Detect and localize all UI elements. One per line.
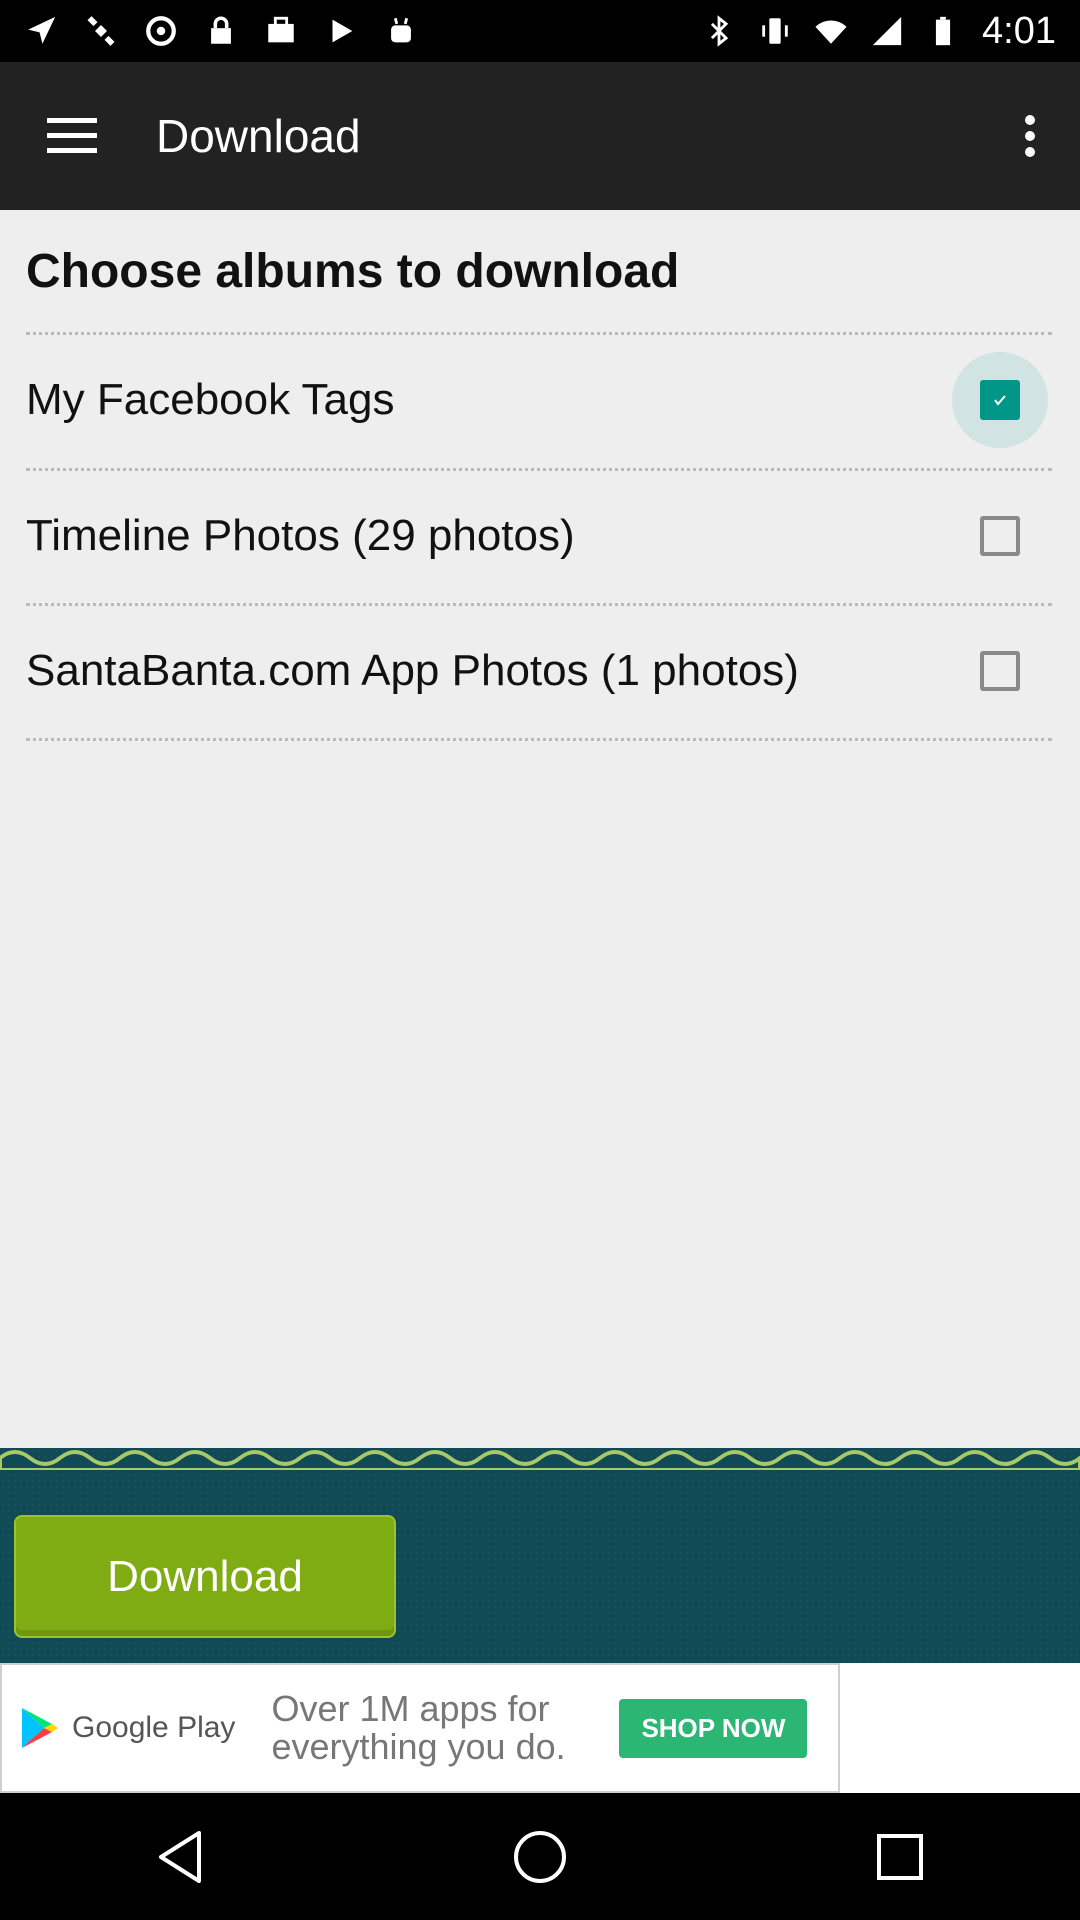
album-label: Timeline Photos (29 photos)	[26, 511, 575, 560]
android-icon	[391, 17, 411, 43]
recents-icon	[877, 1833, 923, 1880]
album-checkbox-facebook-tags[interactable]	[952, 352, 1048, 448]
back-button[interactable]	[130, 1807, 230, 1907]
wave-divider	[0, 1450, 1080, 1470]
album-checkbox-timeline-photos[interactable]	[952, 488, 1048, 584]
checkbox-box	[980, 516, 1020, 556]
page-title: Download	[156, 110, 361, 162]
battery-icon	[935, 16, 951, 46]
divider	[26, 738, 1052, 741]
checkbox-box	[980, 651, 1020, 691]
play-icon	[332, 19, 353, 43]
album-list-panel: Choose albums to download My Facebook Ta…	[0, 210, 1080, 1468]
status-bar: 4:01	[0, 0, 1080, 62]
home-button[interactable]	[490, 1807, 590, 1907]
vibrate-icon	[762, 18, 788, 44]
satellite-icon	[87, 16, 115, 46]
more-vert-icon	[1025, 115, 1035, 157]
menu-button[interactable]	[24, 88, 120, 184]
recents-button[interactable]	[850, 1807, 950, 1907]
hamburger-menu-icon	[47, 118, 97, 153]
checkmark-icon	[994, 395, 1006, 406]
signal-icon	[872, 16, 902, 46]
download-button[interactable]: Download	[14, 1515, 396, 1638]
navigation-bar	[0, 1793, 1080, 1920]
status-time: 4:01	[982, 9, 1056, 52]
ad-blank-area	[840, 1663, 1080, 1793]
album-row-santabanta-photos[interactable]: SantaBanta.com App Photos (1 photos)	[0, 605, 1080, 737]
fake-gps-icon	[28, 16, 56, 44]
album-row-timeline-photos[interactable]: Timeline Photos (29 photos)	[0, 470, 1080, 602]
shop-now-button[interactable]: SHOP NOW	[619, 1698, 808, 1758]
bluetooth-icon	[710, 15, 729, 47]
back-icon	[159, 1830, 201, 1883]
album-row-facebook-tags[interactable]: My Facebook Tags	[0, 334, 1080, 466]
ad-banner[interactable]: Google Play Over 1M apps for everything …	[0, 1663, 840, 1793]
app-bar: Download	[0, 62, 1080, 210]
home-icon	[514, 1830, 566, 1883]
google-play-icon	[22, 1708, 58, 1748]
overflow-menu-button[interactable]	[990, 88, 1070, 184]
album-checkbox-santabanta-photos[interactable]	[952, 623, 1048, 719]
album-label: SantaBanta.com App Photos (1 photos)	[26, 646, 799, 695]
status-icons-right: 4:01	[702, 10, 1056, 53]
briefcase-icon	[268, 16, 294, 43]
google-play-logo: Google Play	[20, 1706, 235, 1750]
album-label: My Facebook Tags	[26, 375, 395, 424]
section-heading: Choose albums to download	[26, 245, 680, 298]
checkbox-box	[980, 380, 1020, 420]
status-icons-left	[24, 14, 418, 48]
data-saver-icon	[146, 16, 176, 46]
ad-brand: Google Play	[72, 1711, 236, 1744]
lock-icon	[211, 16, 231, 44]
ad-text: Over 1M apps for everything you do.	[271, 1688, 566, 1767]
wifi-icon	[815, 20, 847, 44]
